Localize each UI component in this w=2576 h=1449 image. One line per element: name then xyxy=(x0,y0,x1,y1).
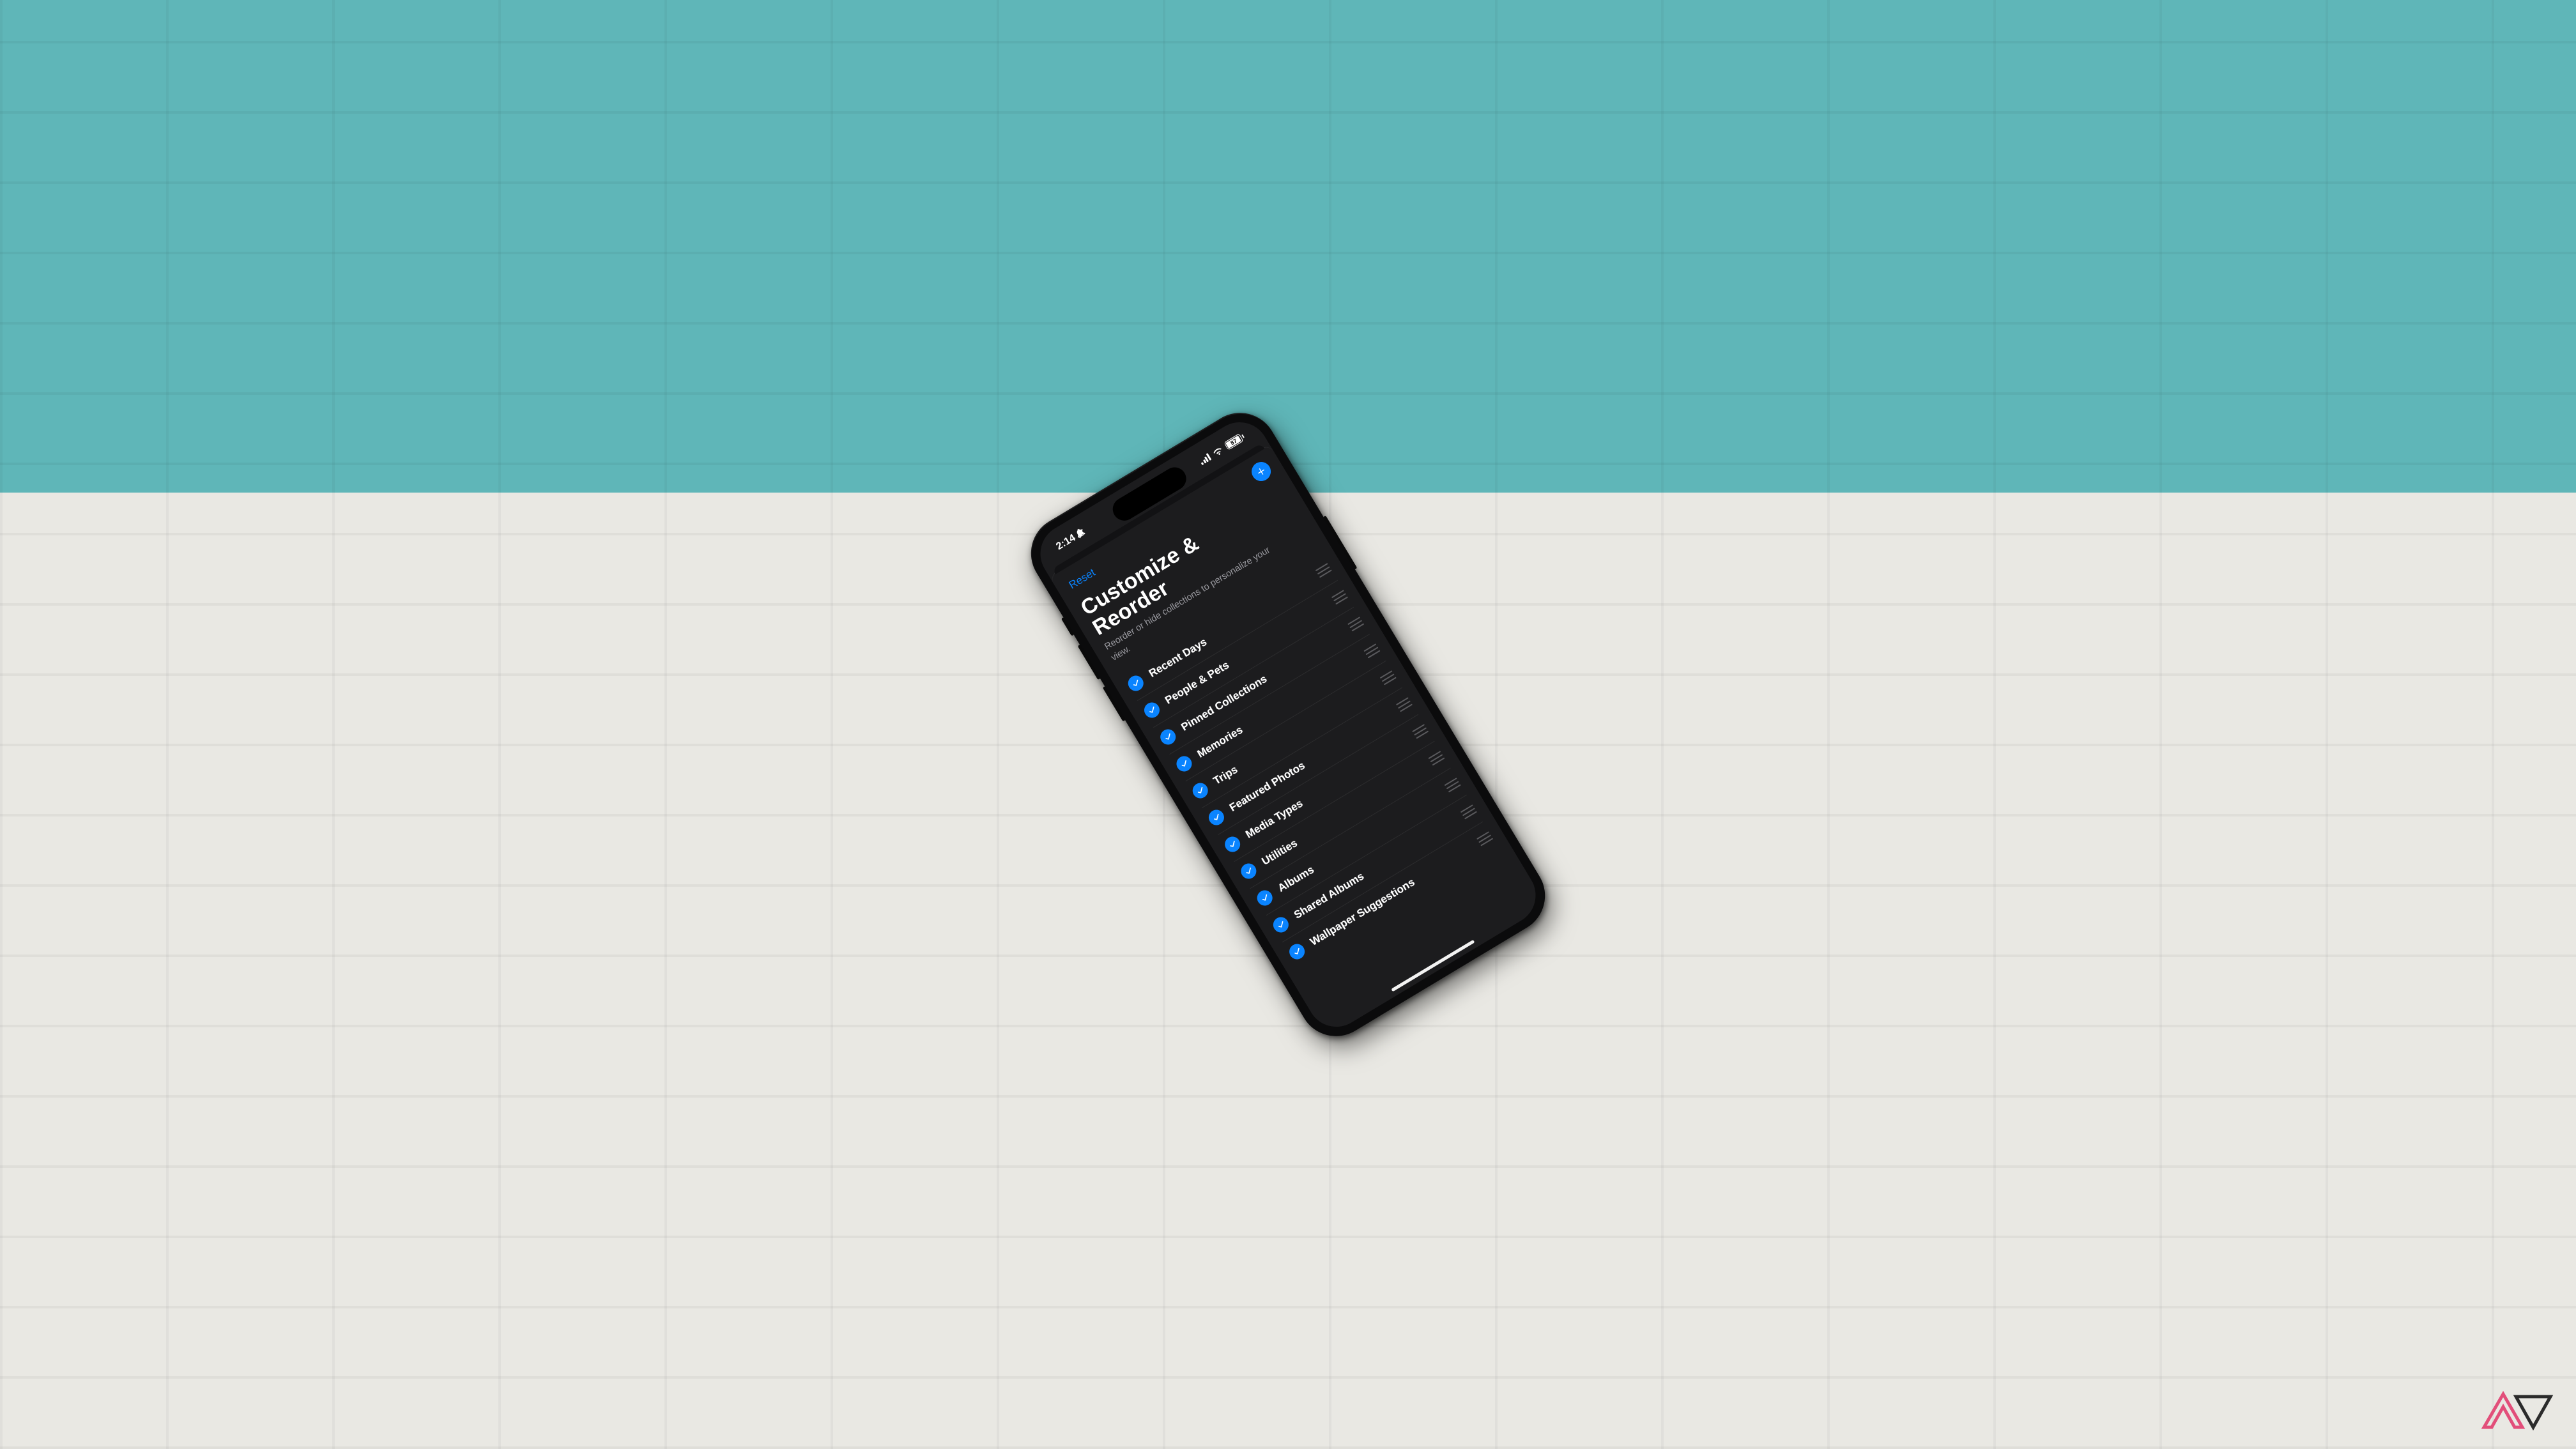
checkmark-toggle[interactable] xyxy=(1158,726,1179,747)
add-button[interactable] xyxy=(1248,458,1274,484)
checkmark-toggle[interactable] xyxy=(1222,834,1243,855)
checkmark-toggle[interactable] xyxy=(1271,914,1292,935)
cellular-signal-icon xyxy=(1199,453,1212,465)
silent-mode-icon xyxy=(1074,528,1086,540)
checkmark-toggle[interactable] xyxy=(1238,861,1259,882)
checkmark-toggle[interactable] xyxy=(1142,700,1163,721)
checkmark-toggle[interactable] xyxy=(1190,780,1211,801)
checkmark-icon xyxy=(1195,785,1206,797)
plus-icon xyxy=(1254,464,1268,479)
watermark-logo xyxy=(2479,1389,2556,1434)
checkmark-toggle[interactable] xyxy=(1174,753,1195,774)
checkmark-icon xyxy=(1162,732,1174,743)
checkmark-icon xyxy=(1275,919,1287,931)
checkmark-toggle[interactable] xyxy=(1287,941,1308,962)
checkmark-icon xyxy=(1243,866,1255,877)
checkmark-icon xyxy=(1227,839,1238,850)
checkmark-toggle[interactable] xyxy=(1125,673,1146,694)
checkmark-toggle[interactable] xyxy=(1206,807,1227,828)
status-time: 2:14 xyxy=(1054,532,1078,553)
checkmark-icon xyxy=(1259,893,1271,904)
photo-background: 2:14 87 xyxy=(0,0,2576,1449)
checkmark-icon xyxy=(1179,758,1190,770)
checkmark-icon xyxy=(1211,812,1222,824)
wifi-icon xyxy=(1211,445,1225,457)
checkmark-icon xyxy=(1146,705,1158,716)
battery-percent: 87 xyxy=(1229,438,1238,447)
checkmark-icon xyxy=(1291,946,1303,958)
checkmark-icon xyxy=(1130,678,1142,689)
checkmark-toggle[interactable] xyxy=(1254,887,1275,908)
battery-indicator: 87 xyxy=(1223,432,1246,450)
